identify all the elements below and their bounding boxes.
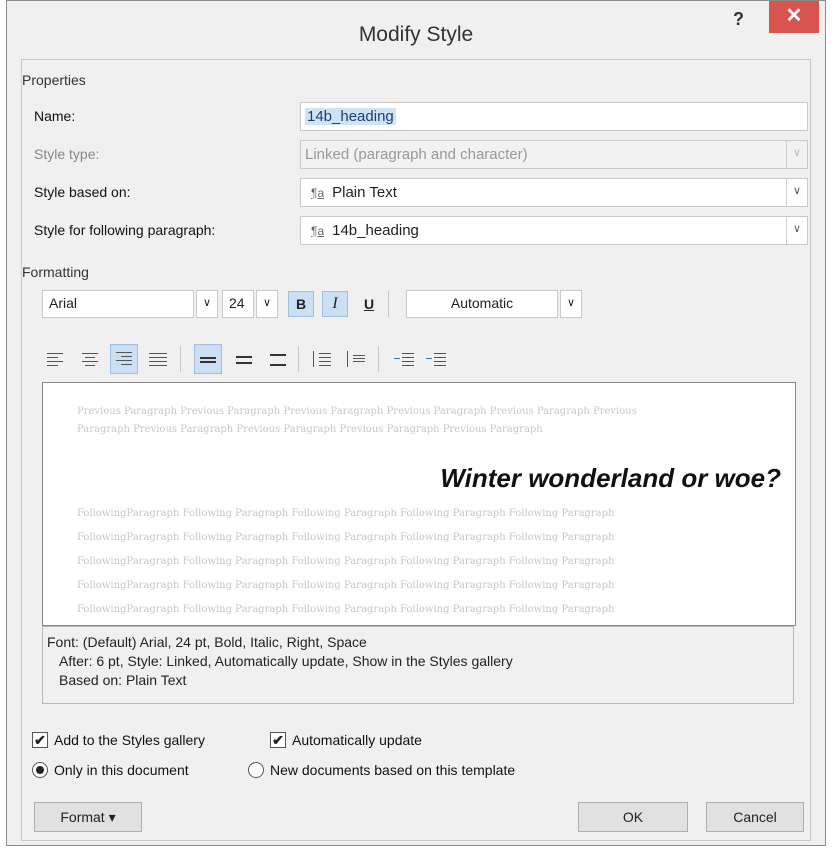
description-line: Based on: Plain Text [59,672,187,688]
paragraph-style-icon: ¶a [311,224,325,238]
following-paragraph-select[interactable]: ¶a 14b_heading ∨ [300,216,808,245]
align-right-icon[interactable] [110,344,138,374]
only-in-document-radio[interactable] [32,762,48,778]
preview-previous-line: Previous Paragraph Previous Paragraph Pr… [77,406,637,417]
font-color-value: Automatic [450,295,514,311]
size-dropdown-button[interactable]: ∨ [256,290,278,318]
based-on-select[interactable]: ¶a Plain Text ∨ [300,178,808,207]
font-name-value: Arial [49,295,78,311]
font-size-value: 24 [229,295,245,311]
style-preview: Previous Paragraph Previous Paragraph Pr… [42,382,796,626]
preview-following-line: FollowingParagraph Following Paragraph F… [77,580,615,591]
dialog-body: Properties Name: 14b_heading Style type:… [21,59,811,841]
style-type-select: Linked (paragraph and character) ∨ [300,140,808,169]
only-in-document-label[interactable]: Only in this document [54,762,189,778]
italic-button[interactable]: I [322,291,348,317]
properties-section-label: Properties [22,72,86,88]
based-on-label: Style based on: [34,184,131,200]
double-spacing-icon[interactable] [266,346,290,372]
description-line: Font: (Default) Arial, 24 pt, Bold, Ital… [47,634,367,650]
style-type-label: Style type: [34,146,100,162]
decrease-paragraph-spacing-icon[interactable] [344,346,368,372]
following-paragraph-value: 14b_heading [332,222,419,239]
preview-following-line: FollowingParagraph Following Paragraph F… [77,604,615,615]
preview-sample-text: Winter wonderland or woe? [440,463,781,493]
align-left-icon[interactable] [44,346,68,372]
modify-style-dialog: Modify Style ? ✕ Properties Name: 14b_he… [6,0,826,846]
underline-button[interactable]: U [356,291,382,317]
close-button[interactable]: ✕ [769,1,819,33]
preview-following-line: FollowingParagraph Following Paragraph F… [77,508,615,519]
new-documents-label[interactable]: New documents based on this template [270,762,515,778]
color-dropdown-button[interactable]: ∨ [560,290,582,318]
based-on-value: Plain Text [332,184,397,201]
help-button[interactable]: ? [733,9,744,30]
name-label: Name: [34,108,76,124]
style-description: Font: (Default) Arial, 24 pt, Bold, Ital… [42,626,794,704]
chevron-down-icon[interactable]: ∨ [786,217,807,244]
bold-button[interactable]: B [288,291,314,317]
decrease-indent-icon[interactable] [392,346,416,372]
toolbar-divider [378,346,379,372]
preview-following-line: FollowingParagraph Following Paragraph F… [77,532,615,543]
one-half-spacing-icon[interactable] [232,346,256,372]
paragraph-style-icon: ¶a [311,186,325,200]
preview-following-line: FollowingParagraph Following Paragraph F… [77,556,615,567]
format-menu-button[interactable]: Format ▾ [34,802,142,832]
font-color-select[interactable]: Automatic [406,290,558,318]
align-center-icon[interactable] [78,346,102,372]
increase-indent-icon[interactable] [424,346,448,372]
new-documents-radio[interactable] [248,762,264,778]
chevron-down-icon: ∨ [786,141,807,168]
name-value: 14b_heading [305,108,396,125]
title-bar: Modify Style ? ✕ [7,1,825,67]
font-size-select[interactable]: 24 [222,290,254,318]
name-input[interactable]: 14b_heading [300,102,808,131]
toolbar-divider [180,346,181,372]
auto-update-label[interactable]: Automatically update [292,732,422,748]
increase-paragraph-spacing-icon[interactable] [310,346,334,372]
auto-update-checkbox[interactable]: ✔ [270,732,286,748]
font-name-select[interactable]: Arial [42,290,194,318]
single-spacing-icon[interactable] [194,344,222,374]
toolbar-divider [388,291,389,317]
formatting-section-label: Formatting [22,264,89,280]
toolbar-divider [298,346,299,372]
chevron-down-icon[interactable]: ∨ [786,179,807,206]
justify-icon[interactable] [146,346,170,372]
add-to-gallery-label[interactable]: Add to the Styles gallery [54,732,205,748]
add-to-gallery-checkbox[interactable]: ✔ [32,732,48,748]
cancel-button[interactable]: Cancel [706,802,804,832]
style-type-value: Linked (paragraph and character) [305,146,528,163]
ok-button[interactable]: OK [578,802,688,832]
font-dropdown-button[interactable]: ∨ [196,290,218,318]
following-paragraph-label: Style for following paragraph: [34,222,216,238]
description-line: After: 6 pt, Style: Linked, Automaticall… [59,653,513,669]
dialog-title: Modify Style [358,23,474,46]
preview-previous-line: Paragraph Previous Paragraph Previous Pa… [77,424,543,435]
